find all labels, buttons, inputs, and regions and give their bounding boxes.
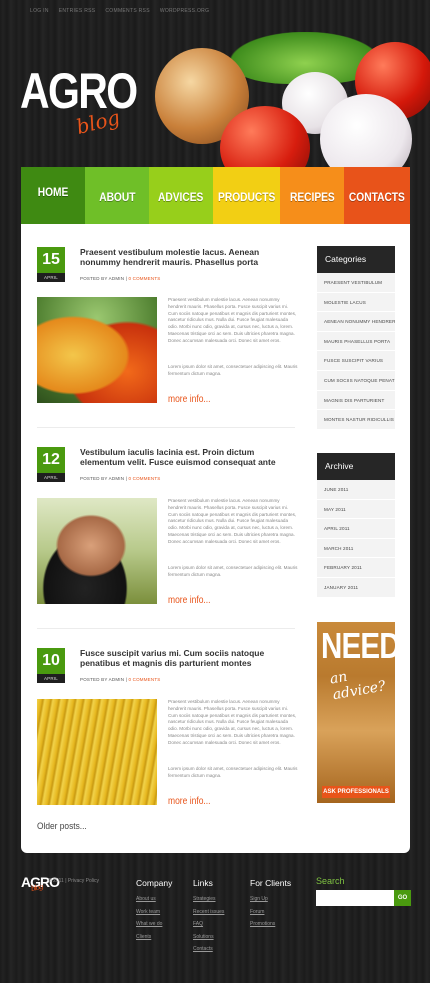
divider bbox=[37, 628, 295, 629]
post-title[interactable]: Praesent vestibulum molestie lacus. Aene… bbox=[80, 247, 298, 267]
search-input[interactable] bbox=[316, 890, 394, 906]
footer-link[interactable]: FAQ bbox=[193, 921, 224, 934]
post-excerpt: Praesent vestibulum molestie lacus. Aene… bbox=[168, 498, 297, 544]
footer-link[interactable]: Forum bbox=[250, 909, 291, 922]
more-info-link[interactable]: more info... bbox=[168, 595, 211, 606]
post-day: 10 bbox=[37, 648, 65, 674]
post-excerpt: Praesent vestibulum molestie lacus. Aene… bbox=[168, 297, 297, 343]
footer-links: Links Strategies Recent issues FAQ Solut… bbox=[193, 878, 224, 959]
banner-subtitle: an advice? bbox=[328, 668, 387, 704]
post-excerpt: Lorem ipsum dolor sit amet, consectetuer… bbox=[168, 565, 298, 577]
footer-link[interactable]: About us bbox=[136, 896, 172, 909]
archive-link[interactable]: MARCH 2011 bbox=[317, 539, 395, 559]
post-excerpt: Lorem ipsum dolor sit amet, consectetuer… bbox=[168, 364, 298, 376]
post-day: 12 bbox=[37, 447, 65, 473]
post-month: APRIL bbox=[37, 273, 65, 282]
nav-advices[interactable]: ADVICES bbox=[148, 167, 213, 224]
archive-link[interactable]: JANUARY 2011 bbox=[317, 578, 395, 598]
footer-heading: Links bbox=[193, 878, 213, 888]
logo-text: AGRO bbox=[20, 63, 138, 119]
wordpress-link[interactable]: WORDPRESS.ORG bbox=[160, 8, 209, 22]
more-info-link[interactable]: more info... bbox=[168, 394, 211, 405]
top-links: LOG IN ENTRIES RSS COMMENTS RSS WORDPRES… bbox=[0, 0, 430, 22]
footer-heading: For Clients bbox=[250, 878, 292, 888]
post-excerpt: Praesent vestibulum molestie lacus. Aene… bbox=[168, 699, 297, 745]
search-title: Search bbox=[316, 876, 345, 886]
category-link[interactable]: FUSCE SUSCIPIT VARIUS bbox=[317, 351, 395, 371]
header: AGRO blog bbox=[0, 22, 430, 190]
man-relaxing-image[interactable] bbox=[37, 498, 157, 604]
comments-rss-link[interactable]: COMMENTS RSS bbox=[105, 8, 149, 22]
category-link[interactable]: MOLESTIE LACUS bbox=[317, 293, 395, 313]
comments-link[interactable]: 0 COMMENTS bbox=[128, 276, 160, 281]
entries-rss-link[interactable]: ENTRIES RSS bbox=[59, 8, 96, 22]
footer-link[interactable]: Work team bbox=[136, 909, 172, 922]
post-month: APRIL bbox=[37, 674, 65, 683]
post-title[interactable]: Fusce suscipit varius mi. Cum sociis nat… bbox=[80, 648, 298, 668]
nav-about[interactable]: ABOUT bbox=[84, 167, 149, 224]
footer-company: Company About us Work team What we do Cl… bbox=[136, 878, 172, 946]
post-meta: POSTED BY ADMIN | 0 COMMENTS bbox=[80, 276, 161, 281]
nav-home[interactable]: HOME bbox=[21, 167, 85, 224]
archive-link[interactable]: FEBRUARY 2011 bbox=[317, 558, 395, 578]
category-link[interactable]: AENEAN NONUMMY HENDRERIT bbox=[317, 312, 395, 332]
archive-link[interactable]: JUNE 2011 bbox=[317, 480, 395, 500]
ask-professionals-button[interactable]: ASK PROFESSIONALS bbox=[322, 786, 390, 798]
post-date: 15 APRIL bbox=[37, 247, 65, 282]
categories-list: PRAESENT VESTIBULUM MOLESTIE LACUS AENEA… bbox=[317, 273, 395, 430]
category-link[interactable]: CUM SOCIIS NATOQUE PENATIBUS bbox=[317, 371, 395, 391]
post-title[interactable]: Vestibulum iaculis lacinia est. Proin di… bbox=[80, 447, 298, 467]
divider bbox=[37, 427, 295, 428]
footer-link[interactable]: Clients bbox=[136, 934, 172, 947]
banner-title: NEED bbox=[321, 625, 395, 666]
archive-link[interactable]: APRIL 2011 bbox=[317, 519, 395, 539]
footer-link[interactable]: Recent issues bbox=[193, 909, 224, 922]
post-meta: POSTED BY ADMIN | 0 COMMENTS bbox=[80, 476, 161, 481]
footer-link[interactable]: Strategies bbox=[193, 896, 224, 909]
category-link[interactable]: MAURIS PHASELLUS PORTA bbox=[317, 332, 395, 352]
category-link[interactable]: MONTES NASTUR RIDICULLIS bbox=[317, 410, 395, 430]
footer-link[interactable]: Sign Up bbox=[250, 896, 291, 909]
footer-heading: Company bbox=[136, 878, 173, 888]
footer-link[interactable]: Promotions bbox=[250, 921, 291, 934]
content-area: 15 APRIL Praesent vestibulum molestie la… bbox=[21, 224, 410, 853]
category-link[interactable]: MAGNIS DIS PARTURIENT bbox=[317, 391, 395, 411]
footer-link[interactable]: Contacts bbox=[193, 946, 224, 959]
categories-widget: Categories PRAESENT VESTIBULUM MOLESTIE … bbox=[317, 246, 395, 430]
login-link[interactable]: LOG IN bbox=[30, 8, 49, 22]
post-month: APRIL bbox=[37, 473, 65, 482]
post-date: 10 APRIL bbox=[37, 648, 65, 683]
footer-link[interactable]: What we do bbox=[136, 921, 172, 934]
footer: AGRO blog © 2011 | Privacy Policy Company… bbox=[0, 870, 430, 970]
copyright: © 2011 | Privacy Policy bbox=[48, 878, 100, 884]
pears-image[interactable] bbox=[37, 297, 157, 403]
footer-clients: For Clients Sign Up Forum Promotions bbox=[250, 878, 291, 934]
post-date: 12 APRIL bbox=[37, 447, 65, 482]
search-button[interactable]: GO bbox=[394, 890, 411, 906]
corn-image[interactable] bbox=[37, 699, 157, 805]
advice-banner[interactable]: NEED an advice? ASK PROFESSIONALS bbox=[317, 622, 395, 803]
nav-contacts[interactable]: CONTACTS bbox=[344, 167, 410, 224]
category-link[interactable]: PRAESENT VESTIBULUM bbox=[317, 273, 395, 293]
archive-widget: Archive JUNE 2011 MAY 2011 APRIL 2011 MA… bbox=[317, 453, 395, 598]
comments-link[interactable]: 0 COMMENTS bbox=[128, 476, 160, 481]
post-meta: POSTED BY ADMIN | 0 COMMENTS bbox=[80, 677, 161, 682]
more-info-link[interactable]: more info... bbox=[168, 796, 211, 807]
categories-title: Categories bbox=[317, 246, 395, 273]
comments-link[interactable]: 0 COMMENTS bbox=[128, 677, 160, 682]
nav-recipes[interactable]: RECIPES bbox=[280, 167, 345, 224]
older-posts-link[interactable]: Older posts... bbox=[37, 821, 87, 832]
main-nav: HOME ABOUT ADVICES PRODUCTS RECIPES CONT… bbox=[21, 167, 410, 224]
site-logo[interactable]: AGRO blog bbox=[20, 63, 162, 139]
footer-link[interactable]: Solutions bbox=[193, 934, 224, 947]
archive-link[interactable]: MAY 2011 bbox=[317, 500, 395, 520]
nav-products[interactable]: PRODUCTS bbox=[212, 167, 281, 224]
post-excerpt: Lorem ipsum dolor sit amet, consectetuer… bbox=[168, 766, 298, 778]
archive-list: JUNE 2011 MAY 2011 APRIL 2011 MARCH 2011… bbox=[317, 480, 395, 598]
archive-title: Archive bbox=[317, 453, 395, 480]
post-day: 15 bbox=[37, 247, 65, 273]
